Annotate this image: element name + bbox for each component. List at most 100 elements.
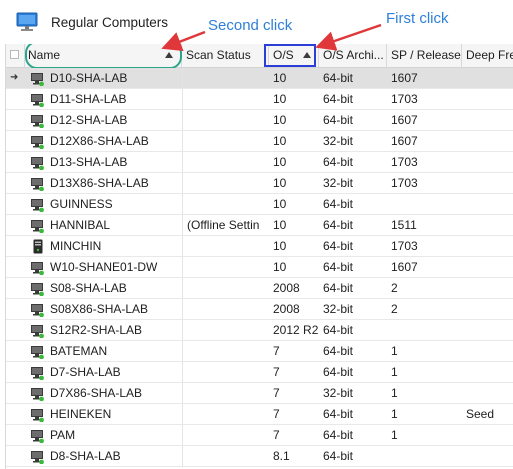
cell-name: W10-SHANE01-DW [50,260,158,274]
cell-os: 10 [273,155,287,169]
table-row[interactable]: S08X86-SHA-LAB 2008 32-bit 2 [6,299,513,320]
cell-deep-freeze [462,341,513,361]
cell-sp-release: 1703 [391,155,418,169]
cell-os-architecture: 64-bit [323,428,354,442]
table-row[interactable]: BATEMAN 7 64-bit 1 [6,341,513,362]
cell-os: 10 [273,239,287,253]
column-header-os-architecture[interactable]: O/S Archi... [319,44,387,67]
cell-os: 10 [273,71,287,85]
table-row[interactable]: S08-SHA-LAB 2008 64-bit 2 [6,278,513,299]
table-row[interactable]: D8-SHA-LAB 8.1 64-bit [6,446,513,467]
computers-grid[interactable]: Name Scan Status O/S O/S Archi... SP / R… [5,44,513,469]
cell-sp-release: 1607 [391,260,418,274]
select-all-box[interactable] [10,50,19,59]
cell-sp-release: 1703 [391,239,418,253]
cell-scan-status [182,152,269,172]
cell-deep-freeze [462,446,513,466]
cell-name: D8-SHA-LAB [50,449,121,463]
cell-deep-freeze: Seed [466,407,495,421]
row-indicator [6,299,24,319]
cell-scan-status [182,383,269,403]
cell-deep-freeze [462,131,513,151]
table-row[interactable]: D12-SHA-LAB 10 64-bit 1607 [6,110,513,131]
cell-os-architecture: 32-bit [323,386,354,400]
row-indicator [6,362,24,382]
row-indicator [6,110,24,130]
table-row[interactable]: D13-SHA-LAB 10 64-bit 1703 [6,152,513,173]
cell-os-architecture: 32-bit [323,302,354,316]
cell-scan-status [182,257,269,277]
cell-os-architecture: 64-bit [323,281,354,295]
cell-os: 7 [273,428,280,442]
table-row[interactable]: GUINNESS 10 64-bit [6,194,513,215]
annotation-first-click: First click [386,10,449,27]
cell-deep-freeze [462,320,513,340]
cell-sp-release: 1 [391,344,398,358]
table-row[interactable]: ➜ D10-SHA-LAB 10 64-bit 1607 [6,68,513,89]
cell-os: 7 [273,365,280,379]
row-indicator [6,236,24,256]
cell-deep-freeze [462,278,513,298]
table-row[interactable]: W10-SHANE01-DW 10 64-bit 1607 [6,257,513,278]
table-row[interactable]: HANNIBAL (Offline Settin 10 64-bit 1511 [6,215,513,236]
column-header-deep-freeze[interactable]: Deep Fre [462,44,513,67]
cell-name: D12X86-SHA-LAB [50,134,149,148]
cell-name: MINCHIN [50,239,102,253]
cell-scan-status [182,194,269,214]
cell-scan-status [182,299,269,319]
table-row[interactable]: D13X86-SHA-LAB 10 32-bit 1703 [6,173,513,194]
table-row[interactable]: D7-SHA-LAB 7 64-bit 1 [6,362,513,383]
cell-deep-freeze [462,299,513,319]
cell-os-architecture: 64-bit [323,197,354,211]
cell-scan-status [182,341,269,361]
cell-os-architecture: 64-bit [323,92,354,106]
row-indicator [6,173,24,193]
cell-deep-freeze [462,383,513,403]
cell-os: 10 [273,113,287,127]
table-row[interactable]: HEINEKEN 7 64-bit 1 Seed [6,404,513,425]
cell-scan-status: (Offline Settin [182,215,269,235]
cell-os: 7 [273,344,280,358]
row-indicator [6,278,24,298]
cell-deep-freeze [462,152,513,172]
column-header-deep-freeze-label: Deep Fre [466,48,513,62]
cell-name: D7X86-SHA-LAB [50,386,143,400]
row-indicator [6,446,24,466]
cell-name: GUINNESS [50,197,113,211]
table-row[interactable]: MINCHIN 10 64-bit 1703 [6,236,513,257]
column-header-scan-status[interactable]: Scan Status [182,44,269,67]
cell-scan-status [182,131,269,151]
cell-os-architecture: 64-bit [323,71,354,85]
cell-name: HANNIBAL [50,218,111,232]
cell-os-architecture: 64-bit [323,155,354,169]
table-row[interactable]: PAM 7 64-bit 1 [6,425,513,446]
table-row[interactable]: D12X86-SHA-LAB 10 32-bit 1607 [6,131,513,152]
cell-name: S08X86-SHA-LAB [50,302,149,316]
cell-os: 8.1 [273,449,290,463]
cell-os-architecture: 64-bit [323,323,354,337]
cell-scan-status [182,320,269,340]
cell-os-architecture: 64-bit [323,239,354,253]
cell-os: 10 [273,197,287,211]
cell-deep-freeze [462,89,513,109]
column-header-sp-release[interactable]: SP / Release [387,44,462,67]
cell-name: HEINEKEN [50,407,112,421]
cell-os: 2012 R2 [273,323,319,337]
cell-os-architecture: 64-bit [323,344,354,358]
table-row[interactable]: S12R2-SHA-LAB 2012 R2 64-bit [6,320,513,341]
cell-name: D7-SHA-LAB [50,365,121,379]
cell-os: 7 [273,386,280,400]
cell-name: D13X86-SHA-LAB [50,176,149,190]
cell-sp-release: 1607 [391,71,418,85]
cell-os-architecture: 64-bit [323,218,354,232]
cell-os-architecture: 64-bit [323,113,354,127]
cell-os-architecture: 64-bit [323,449,354,463]
table-row[interactable]: D11-SHA-LAB 10 64-bit 1703 [6,89,513,110]
group-title: Regular Computers [51,15,169,30]
name-column-highlight [25,44,182,69]
header-corner[interactable] [6,44,25,67]
column-header-os-architecture-label: O/S Archi... [323,48,384,62]
monitor-icon [16,12,38,31]
cell-sp-release: 1511 [391,218,417,232]
table-row[interactable]: D7X86-SHA-LAB 7 32-bit 1 [6,383,513,404]
